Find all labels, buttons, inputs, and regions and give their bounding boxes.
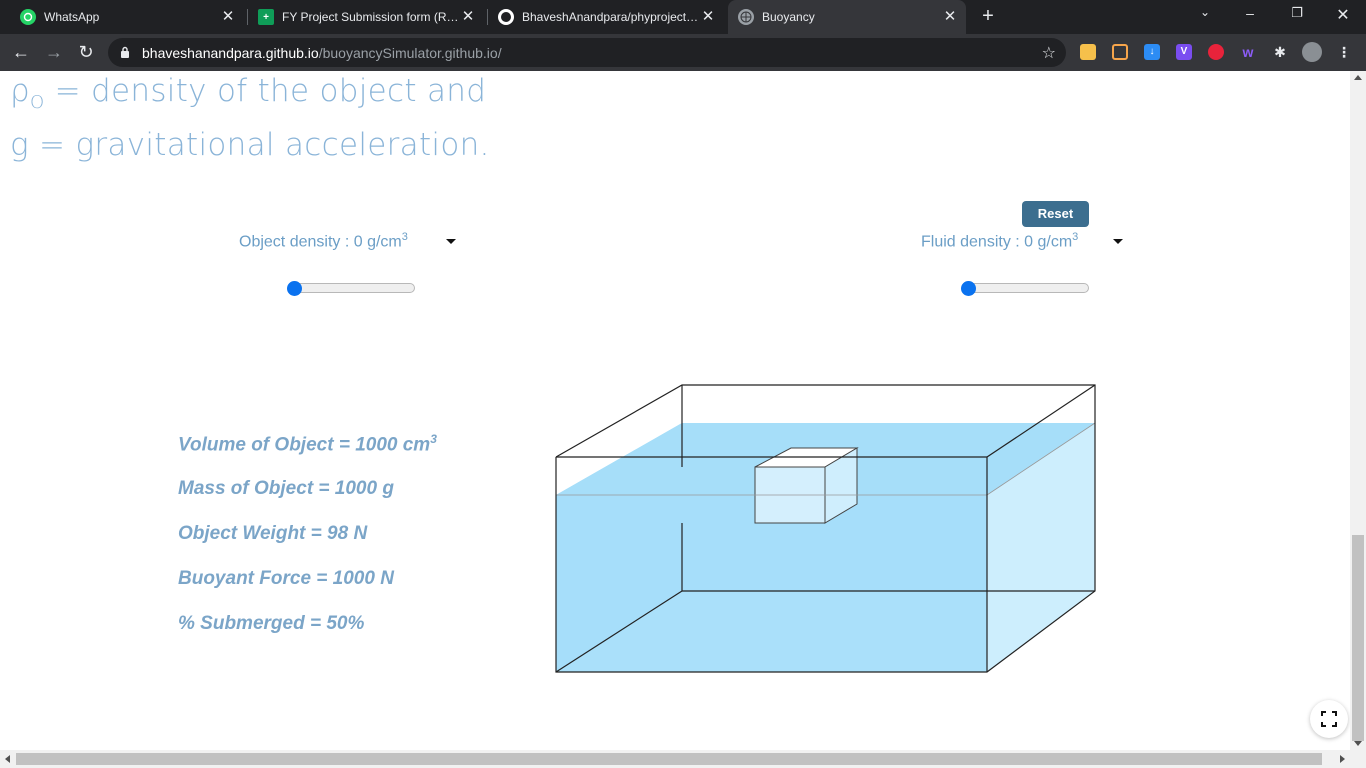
adblock-extension-icon[interactable] (1208, 44, 1224, 60)
close-window-button[interactable]: ✕ (1333, 5, 1353, 25)
tab-github[interactable]: BhaveshAnandpara/phyproject: A ✕ (490, 0, 724, 34)
lock-icon (121, 46, 129, 58)
close-icon[interactable]: ✕ (220, 9, 236, 25)
formula-text: = density of the object and (44, 73, 487, 109)
new-tab-button[interactable]: + (978, 6, 998, 26)
whatsapp-icon (20, 9, 36, 25)
tab-buoyancy[interactable]: Buoyancy ✕ (728, 0, 966, 34)
close-icon[interactable]: ✕ (700, 9, 716, 25)
sheets-icon: + (258, 9, 274, 25)
tab-label: BhaveshAnandpara/phyproject: A (522, 10, 700, 24)
profile-avatar[interactable] (1302, 42, 1322, 62)
fluid-density-slider-thumb[interactable] (961, 281, 976, 296)
url-path: /buoyancySimulator.github.io/ (318, 45, 502, 61)
fullscreen-button[interactable] (1310, 700, 1348, 738)
close-icon[interactable]: ✕ (942, 9, 958, 25)
fluid-density-text: Fluid density : 0 g/cm (921, 233, 1073, 251)
volume-sup: 3 (430, 432, 437, 446)
puzzle-extensions-icon[interactable]: ✱ (1272, 44, 1288, 60)
weight-readout: Object Weight = 98 N (178, 523, 368, 544)
github-icon (498, 9, 514, 25)
scroll-down-arrow[interactable] (1354, 741, 1362, 746)
volume-text: Volume of Object = 1000 cm (178, 434, 431, 456)
vertical-scrollbar[interactable] (1350, 71, 1366, 750)
close-icon[interactable]: ✕ (460, 9, 476, 25)
object-density-slider-thumb[interactable] (287, 281, 302, 296)
submerged-readout: % Submerged = 50% (178, 613, 365, 634)
formula-object-density: ρO = density of the object and (10, 73, 486, 113)
browser-toolbar: ← → ↻ bhaveshanandpara.github.io/buoyanc… (0, 34, 1366, 71)
tab-project-form[interactable]: + FY Project Submission form (Resp ✕ (250, 0, 484, 34)
object-density-text: Object density : 0 g/cm (239, 233, 402, 251)
restore-button[interactable]: ❐ (1287, 5, 1307, 21)
bookmark-star-icon[interactable]: ☆ (1042, 43, 1056, 63)
tab-whatsapp[interactable]: WhatsApp ✕ (12, 0, 244, 34)
menu-kebab-icon[interactable]: ⋮ (1336, 44, 1352, 60)
tab-label: FY Project Submission form (Resp (282, 10, 460, 24)
fluid-density-sup: 3 (1072, 231, 1079, 243)
fluid-density-label: Fluid density : 0 g/cm3 (921, 231, 1078, 251)
url-host: bhaveshanandpara.github.io (142, 45, 319, 61)
forward-button[interactable]: → (44, 42, 64, 62)
fullscreen-icon (1321, 711, 1337, 727)
object-density-slider[interactable] (289, 283, 415, 293)
address-bar[interactable]: bhaveshanandpara.github.io/buoyancySimul… (108, 38, 1066, 67)
minimize-button[interactable]: – (1240, 5, 1260, 21)
tab-strip: WhatsApp ✕ + FY Project Submission form … (0, 0, 1366, 34)
object-density-sup: 3 (401, 231, 408, 243)
back-button[interactable]: ← (11, 42, 31, 62)
scroll-right-arrow[interactable] (1340, 755, 1345, 763)
tab-divider (487, 9, 488, 25)
vertical-scroll-thumb[interactable] (1352, 535, 1364, 741)
download-extension-icon[interactable]: ↓ (1144, 44, 1160, 60)
rho-symbol: ρ (10, 73, 30, 109)
formula-gravity: g = gravitational acceleration. (10, 127, 490, 163)
tab-divider (247, 9, 248, 25)
tab-search-icon[interactable]: ⌄ (1195, 5, 1215, 19)
mass-readout: Mass of Object = 1000 g (178, 478, 394, 499)
buoyant-force-readout: Buoyant Force = 1000 N (178, 568, 394, 589)
horizontal-scrollbar[interactable] (0, 750, 1366, 768)
tab-label: WhatsApp (44, 10, 100, 24)
horizontal-scroll-thumb[interactable] (16, 753, 1322, 765)
scroll-left-arrow[interactable] (5, 755, 10, 763)
tab-label: Buoyancy (762, 10, 815, 24)
notes-extension-icon[interactable] (1080, 44, 1096, 60)
reload-button[interactable]: ↻ (76, 42, 96, 62)
fluid-density-dropdown-icon[interactable] (1113, 239, 1123, 244)
fluid-density-slider[interactable] (963, 283, 1089, 293)
url-text: bhaveshanandpara.github.io/buoyancySimul… (142, 45, 502, 61)
screenshot-extension-icon[interactable] (1112, 44, 1128, 60)
rho-subscript: O (29, 92, 45, 114)
tank-illustration (555, 384, 1096, 673)
w-extension-icon[interactable]: w (1240, 44, 1256, 60)
reset-button[interactable]: Reset (1022, 201, 1089, 227)
object-density-label: Object density : 0 g/cm3 (239, 231, 408, 251)
v-extension-icon[interactable]: V (1176, 44, 1192, 60)
volume-readout: Volume of Object = 1000 cm3 (178, 432, 437, 456)
scroll-up-arrow[interactable] (1354, 75, 1362, 80)
page-content: ρO = density of the object and g = gravi… (0, 71, 1350, 750)
globe-icon (738, 9, 754, 25)
object-density-dropdown-icon[interactable] (446, 239, 456, 244)
